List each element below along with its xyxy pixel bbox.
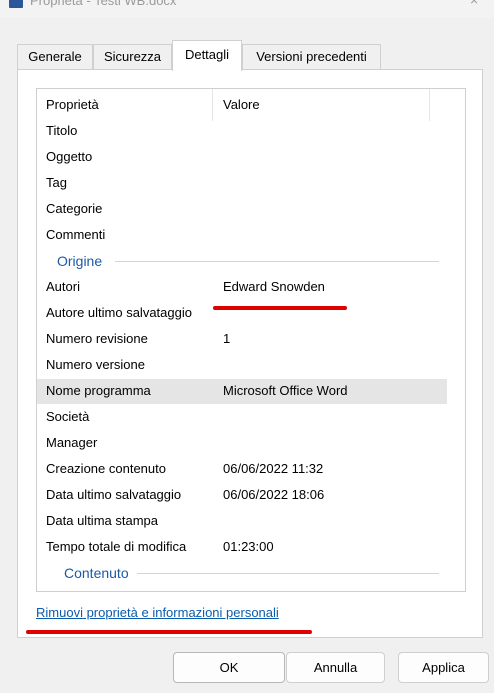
close-icon[interactable]: × [470, 0, 478, 8]
property-key: Numero versione [46, 357, 145, 372]
property-row-nome-programma[interactable]: Nome programma Microsoft Office Word [37, 379, 447, 404]
cancel-button[interactable]: Annulla [286, 652, 385, 683]
column-header-property[interactable]: Proprietà [46, 97, 99, 112]
title-bar: Proprietà - Testi WB.docx × [0, 0, 494, 18]
property-key: Tempo totale di modifica [46, 539, 187, 554]
window-title: Proprietà - Testi WB.docx [30, 0, 177, 8]
property-key: Tag [46, 175, 67, 190]
property-key: Autore ultimo salvataggio [46, 305, 192, 320]
property-row-tempo-totale-di-modifica[interactable]: Tempo totale di modifica 01:23:00 [37, 535, 447, 560]
property-key: Nome programma [46, 383, 151, 398]
property-key: Società [46, 409, 90, 424]
property-row-categorie[interactable]: Categorie [37, 197, 447, 222]
property-value: 06/06/2022 18:06 [223, 487, 325, 502]
property-key: Numero revisione [46, 331, 148, 346]
list-header: Proprietà Valore [37, 89, 447, 121]
column-divider[interactable] [212, 89, 213, 121]
property-row-numero-versione[interactable]: Numero versione [37, 353, 447, 378]
property-key: Data ultimo salvataggio [46, 487, 182, 502]
property-value: 06/06/2022 11:32 [223, 461, 324, 476]
word-document-icon [9, 0, 23, 8]
group-divider [137, 573, 439, 574]
column-header-value[interactable]: Valore [223, 97, 260, 112]
property-key: Titolo [46, 123, 78, 138]
details-panel: Proprietà Valore Titolo Oggetto Tag Cate… [17, 69, 483, 638]
property-key: Categorie [46, 201, 103, 216]
group-header-origine: Origine [37, 249, 447, 274]
property-value: 1 [223, 331, 231, 346]
property-row-societa[interactable]: Società [37, 405, 447, 430]
property-key: Autori [46, 279, 80, 294]
property-row-commenti[interactable]: Commenti [37, 223, 447, 248]
tab-generale[interactable]: Generale [17, 44, 93, 70]
tab-dettagli[interactable]: Dettagli [172, 40, 242, 71]
property-value: 01:23:00 [223, 539, 274, 554]
group-divider [115, 261, 439, 262]
property-row-manager[interactable]: Manager [37, 431, 447, 456]
property-key: Data ultima stampa [46, 513, 158, 528]
property-row-titolo[interactable]: Titolo [37, 119, 447, 144]
property-key: Manager [46, 435, 98, 450]
property-key: Creazione contenuto [46, 461, 166, 476]
tab-versioni-precedenti[interactable]: Versioni precedenti [242, 44, 381, 70]
property-row-oggetto[interactable]: Oggetto [37, 145, 447, 170]
property-row-data-ultimo-salvataggio[interactable]: Data ultimo salvataggio 06/06/2022 18:06 [37, 483, 447, 508]
red-underline-annotation [26, 630, 312, 634]
property-row-autori[interactable]: Autori Edward Snowden [37, 275, 447, 300]
column-divider[interactable] [429, 89, 430, 121]
property-key: Commenti [46, 227, 106, 242]
ok-button[interactable]: OK [173, 652, 285, 683]
remove-properties-link[interactable]: Rimuovi proprietà e informazioni persona… [36, 605, 279, 620]
vertical-scrollbar[interactable] [465, 145, 466, 345]
group-label: Origine [57, 253, 109, 269]
tab-sicurezza[interactable]: Sicurezza [93, 44, 172, 70]
property-row-numero-revisione[interactable]: Numero revisione 1 [37, 327, 447, 352]
property-row-creazione-contenuto[interactable]: Creazione contenuto 06/06/2022 11:32 [37, 457, 447, 482]
property-value: Microsoft Office Word [223, 383, 348, 398]
group-label: Contenuto [64, 565, 135, 581]
property-row-data-ultima-stampa[interactable]: Data ultima stampa [37, 509, 447, 534]
property-row-tag[interactable]: Tag [37, 171, 447, 196]
red-underline-annotation [213, 306, 347, 310]
group-header-contenuto: Contenuto [37, 561, 447, 586]
property-value: Edward Snowden [223, 279, 325, 294]
apply-button[interactable]: Applica [398, 652, 489, 683]
properties-list[interactable]: Proprietà Valore Titolo Oggetto Tag Cate… [36, 88, 466, 592]
property-row-autore-ultimo-salvataggio[interactable]: Autore ultimo salvataggio [37, 301, 447, 326]
property-key: Oggetto [46, 149, 93, 164]
